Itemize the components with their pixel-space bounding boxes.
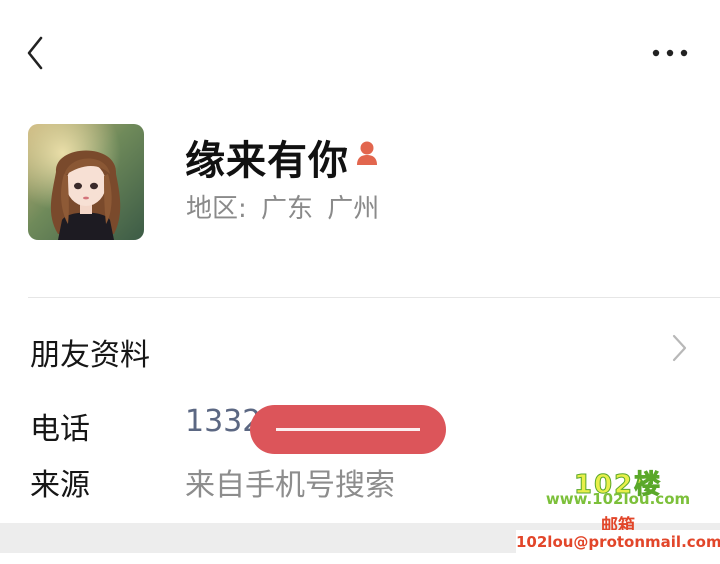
watermark: 102楼 www.102lou.com 邮箱 102lou@protonmail… [516,462,720,554]
phone-label: 电话 [30,412,90,447]
source-value: 来自手机号搜索 [185,468,395,503]
friend-info-row[interactable]: 朋友资料 [0,318,720,382]
source-label: 来源 [30,468,90,503]
redaction-mark [250,405,446,454]
chevron-right-icon [672,334,687,362]
watermark-site: www.102lou.com [545,490,691,508]
redaction-line [276,428,420,431]
profile-region: 地区: 广东 广州 [186,194,380,224]
avatar[interactable] [28,124,144,240]
more-horizontal-icon[interactable] [650,42,690,64]
avatar-illustration [28,124,144,240]
back-chevron-left-icon[interactable] [20,32,52,74]
profile-name: 缘来有你 [185,138,349,184]
watermark-email: 102lou@protonmail.com [516,530,720,554]
divider [28,297,720,298]
female-icon [357,141,377,165]
friend-info-label: 朋友资料 [30,338,150,373]
